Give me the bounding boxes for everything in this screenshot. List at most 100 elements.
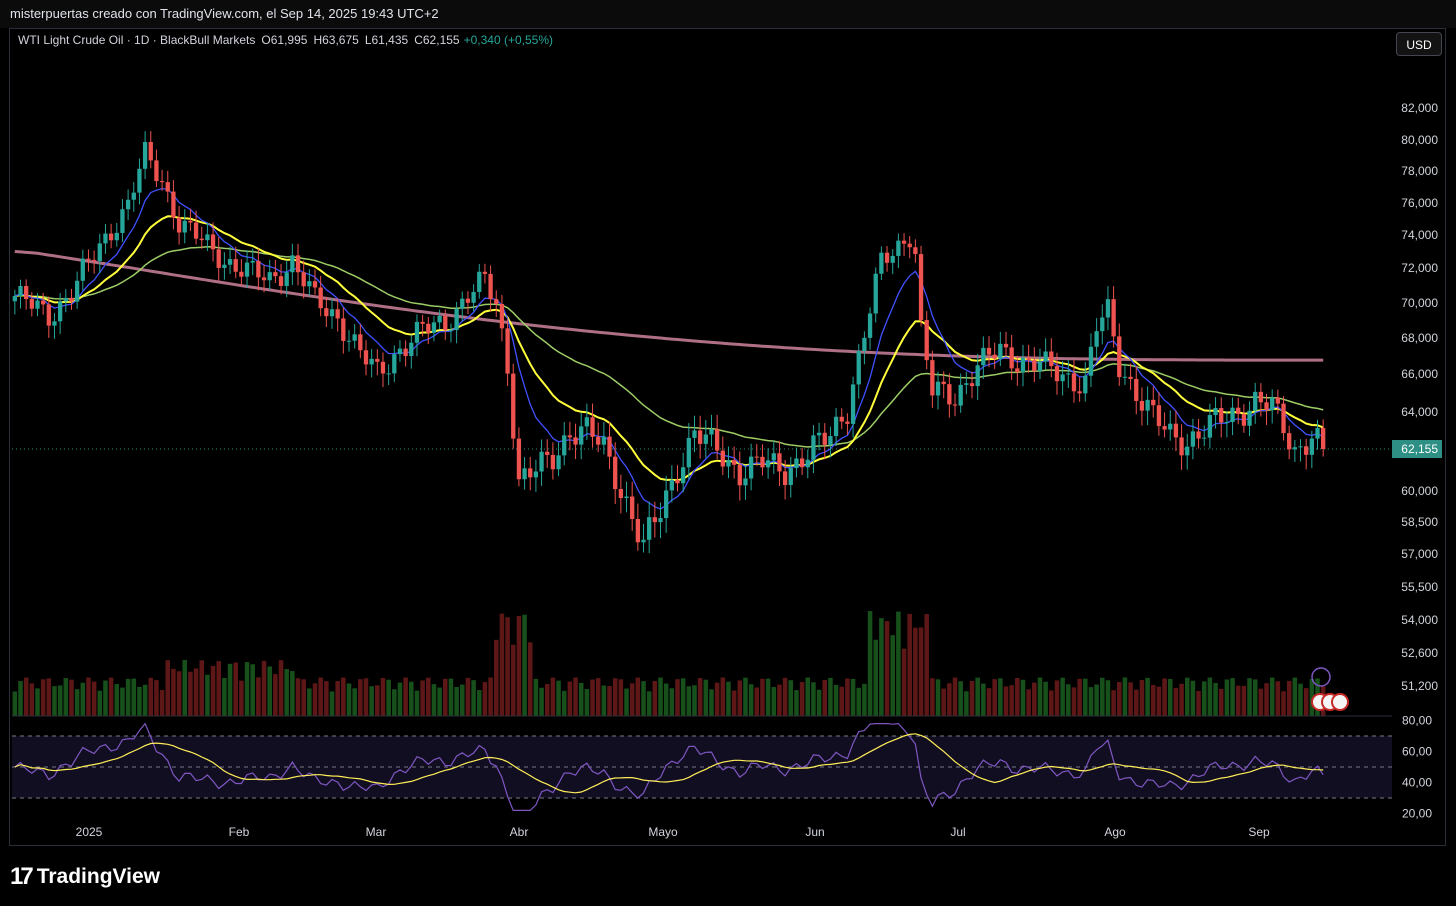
candle-body <box>669 479 674 491</box>
volume-bar <box>533 678 539 716</box>
volume-bar <box>414 690 420 716</box>
candle-body <box>114 232 119 241</box>
volume-bar <box>63 678 69 716</box>
candle-body <box>731 460 737 465</box>
candle-body <box>924 320 929 361</box>
volume-bar <box>267 666 272 716</box>
volume-bar <box>550 677 556 716</box>
volume-bar <box>624 688 629 716</box>
volume-bar <box>295 678 301 716</box>
candle-body <box>811 435 816 460</box>
candle-body <box>737 464 742 486</box>
volume-bar <box>1230 678 1235 716</box>
candle-body <box>1037 361 1043 372</box>
candle-body <box>448 330 454 332</box>
candle-body <box>1213 408 1218 416</box>
candle-body <box>52 321 57 326</box>
price-tick-label: 64,000 <box>1401 405 1438 419</box>
candle-body <box>873 273 878 314</box>
candle-body <box>295 255 301 273</box>
price-tick-label: 72,000 <box>1401 261 1438 275</box>
volume-bar <box>992 679 997 716</box>
candle-body <box>697 430 703 444</box>
rsi-tick-label: 20,00 <box>1402 807 1432 821</box>
volume-bar <box>227 663 233 716</box>
tradingview-footer[interactable]: 17 TradingView <box>10 862 160 892</box>
tradingview-logo-icon: 17 <box>10 863 34 890</box>
volume-bar <box>1252 679 1258 716</box>
volume-bar <box>561 690 567 716</box>
price-tick-label: 78,000 <box>1401 164 1438 178</box>
candle-body <box>267 272 272 281</box>
symbol-title[interactable]: WTI Light Crude Oil · 1D · BlackBull Mar… <box>18 33 255 47</box>
volume-bar <box>505 617 510 716</box>
candle-body <box>1298 446 1303 448</box>
candle-body <box>1032 360 1037 372</box>
volume-bar <box>930 678 935 716</box>
volume-bar <box>839 686 845 716</box>
candle-body <box>1151 399 1156 406</box>
candle-body <box>210 234 216 250</box>
candle-body <box>205 234 210 241</box>
volume-bar <box>641 681 646 716</box>
candle-body <box>477 271 482 292</box>
volume-bar <box>324 681 329 716</box>
price-chart[interactable]: 82,000 80,000 78,000 76,000 74,000 72,000 70,0… <box>0 0 1456 906</box>
volume-bar <box>612 678 618 716</box>
volume-bar <box>1094 684 1099 716</box>
volume-bar <box>199 660 205 716</box>
volume-bar <box>510 644 516 716</box>
volume-bar <box>986 688 992 716</box>
volume-bar <box>816 689 822 716</box>
volume-bar <box>91 681 97 716</box>
candle-body <box>1015 368 1020 373</box>
candle-body <box>454 308 459 331</box>
volume-bar <box>23 677 29 716</box>
volume-bar <box>1184 677 1190 716</box>
candle-body <box>652 517 657 523</box>
candle-body <box>250 260 255 263</box>
candle-body <box>375 358 380 362</box>
volume-bar <box>1133 689 1139 716</box>
volume-bar <box>635 677 641 716</box>
currency-button[interactable]: USD <box>1396 32 1442 56</box>
volume-bar <box>652 680 658 716</box>
candle-body <box>1105 299 1111 318</box>
candle-body <box>142 142 148 169</box>
candle-body <box>278 276 284 286</box>
candle-body <box>630 496 635 519</box>
volume-bar <box>833 684 839 716</box>
rsi-tick-label: 40,00 <box>1402 776 1432 790</box>
symbol-legend[interactable]: WTI Light Crude Oil · 1D · BlackBull Mar… <box>18 33 553 47</box>
candle-body <box>839 416 844 422</box>
volume-bar <box>714 682 720 716</box>
candle-body <box>91 259 97 261</box>
candle-body <box>499 304 505 329</box>
candle-body <box>244 262 250 277</box>
candle-body <box>1202 437 1207 439</box>
candle-body <box>1003 343 1009 348</box>
volume-bar <box>618 679 624 716</box>
volume-bar <box>216 661 221 716</box>
candle-body <box>165 182 170 192</box>
volume-bar <box>720 677 726 716</box>
candle-body <box>596 436 601 445</box>
candle-body <box>624 496 629 499</box>
price-tick-label: 60,000 <box>1401 484 1438 498</box>
volume-bar <box>1303 688 1309 716</box>
us-flag-event-icon <box>1331 693 1349 711</box>
candle-body <box>1264 402 1269 411</box>
volume-bar <box>437 687 442 716</box>
volume-bar <box>692 685 697 716</box>
tradingview-brand: TradingView <box>36 865 161 888</box>
candle-body <box>969 383 975 387</box>
candle-body <box>1088 346 1094 376</box>
candle-body <box>601 436 607 445</box>
candle-body <box>148 142 153 161</box>
volume-bar <box>239 680 244 716</box>
candle-body <box>613 456 618 490</box>
volume-bar <box>573 677 578 716</box>
candle-body <box>765 460 771 468</box>
candle-body <box>1321 427 1326 449</box>
candle-body <box>63 297 68 302</box>
